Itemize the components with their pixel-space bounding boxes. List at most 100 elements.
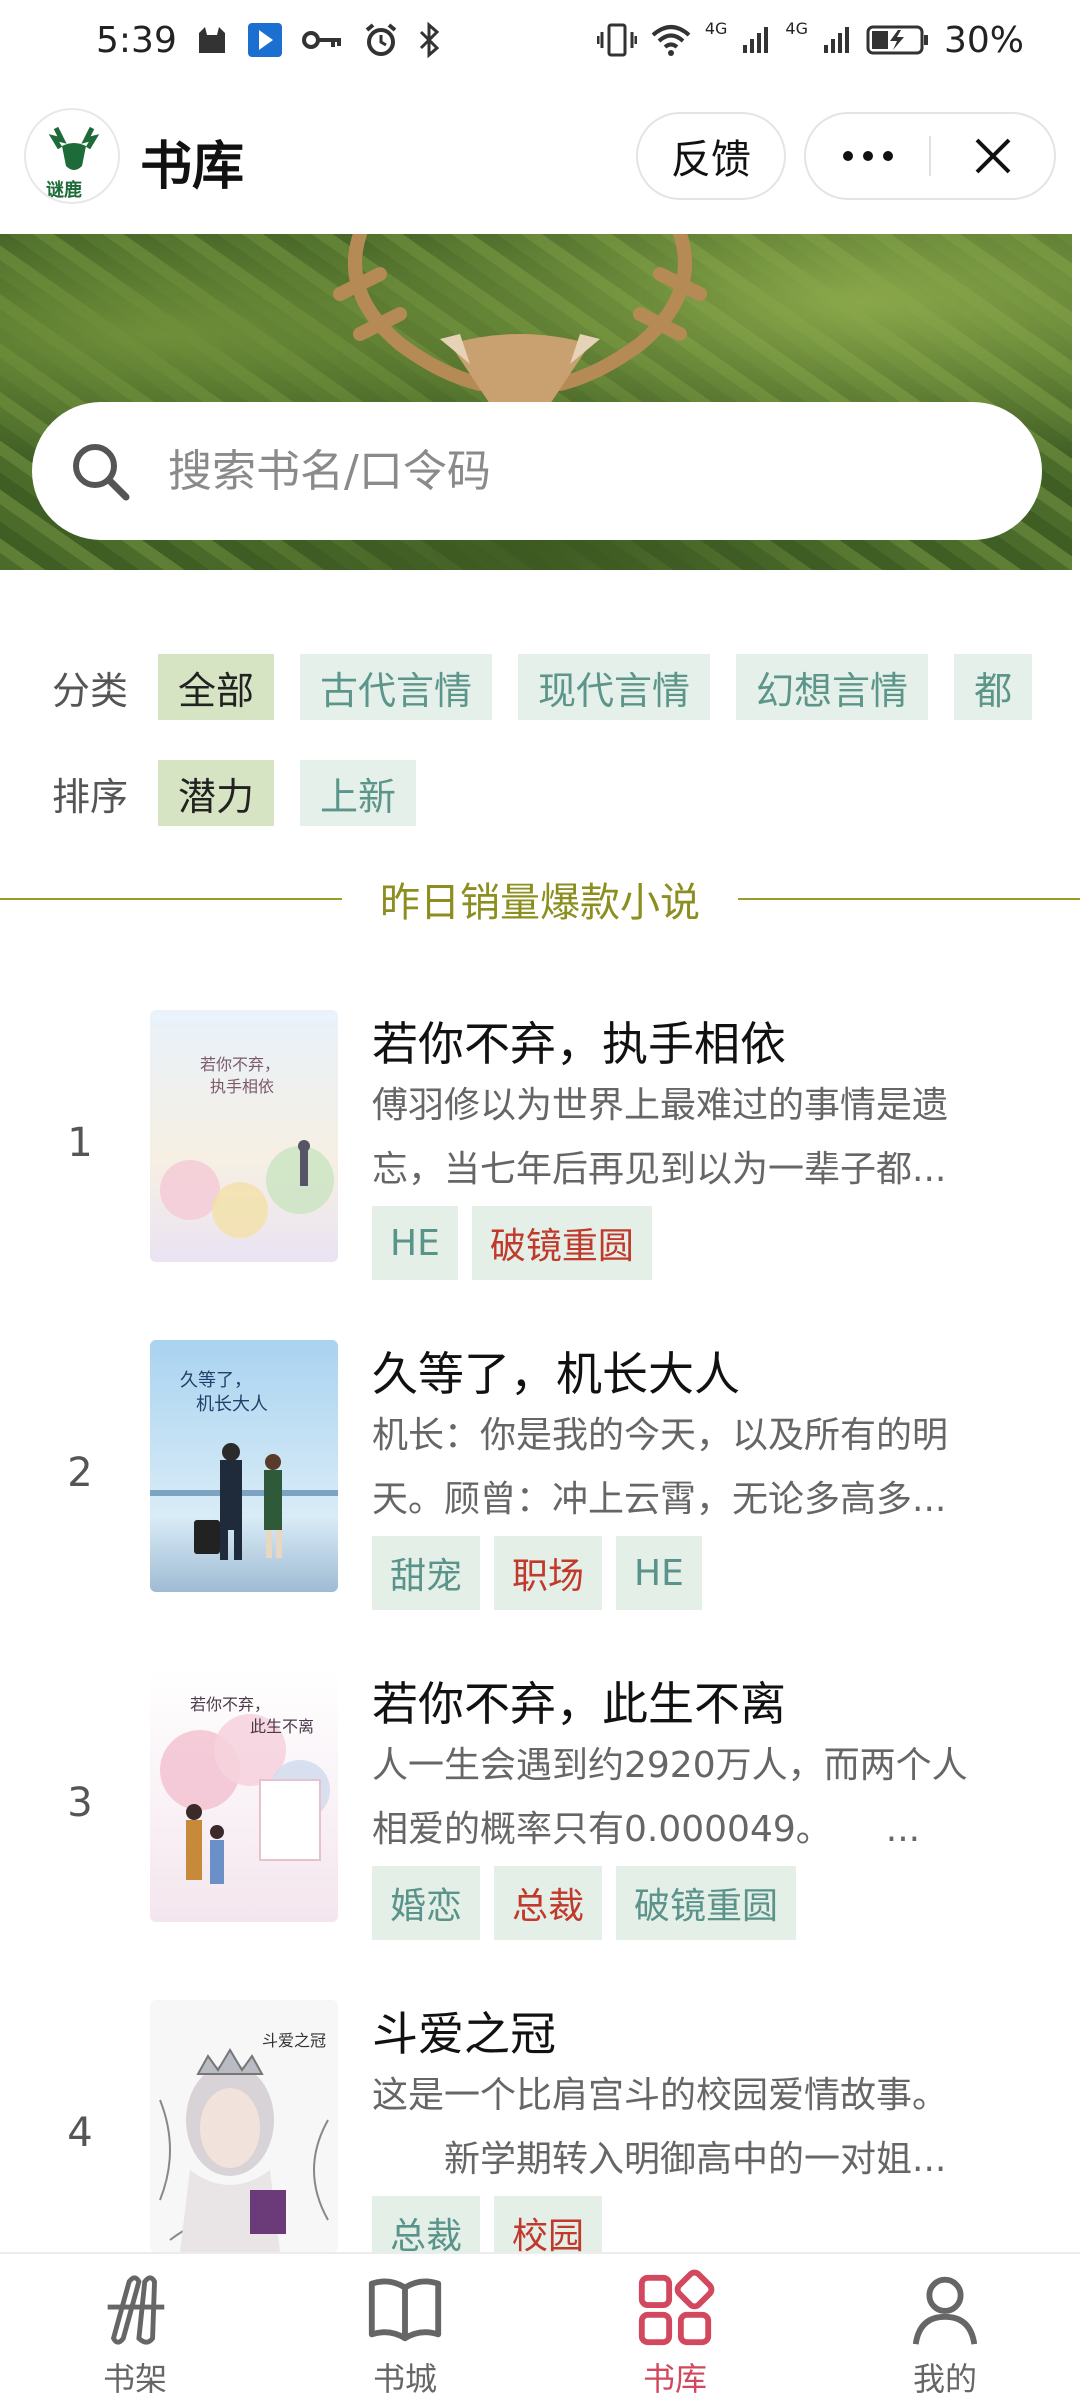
nav-label: 书库 (642, 2360, 707, 2398)
nav-item-bookstore[interactable]: 书城 (270, 2254, 540, 2400)
search-icon (73, 444, 130, 501)
book-title[interactable]: 若你不弃，此生不离 (372, 1668, 786, 1734)
tag-list: 婚恋 总裁 破镜重圆 (372, 1866, 797, 1940)
book-item[interactable]: 1 若你不弃， 执手相依 若你不弃，执手相依 傅羽修以为世界上最难过的事情是遗 … (0, 1008, 1080, 1308)
rank-number: 3 (67, 1780, 93, 1826)
nav-item-profile[interactable]: 我的 (810, 2254, 1080, 2400)
tag-marriage[interactable]: 婚恋 (372, 1866, 481, 1940)
tag-he[interactable]: HE (616, 1536, 702, 1610)
book-cover-art: 斗爱之冠 (150, 2000, 338, 2252)
more-button[interactable] (806, 114, 929, 198)
wifi-icon (651, 25, 691, 56)
bottom-navigation: 书架 书城 书库 我的 (0, 2252, 1080, 2400)
cover-title-text: 若你不弃， (200, 1055, 280, 1074)
section-title: 昨日销量爆款小说 (380, 880, 700, 926)
book-item[interactable]: 2 久等了， 机长大人 久等了，机长大人 机长：你是我的今天，以及所有的明 天。… (0, 1338, 1080, 1638)
category-label: 分类 (52, 668, 129, 713)
cover-title-text-2: 此生不离 (250, 1717, 314, 1736)
tag-list: 甜宠 职场 HE (372, 1536, 702, 1610)
sort-chip-new[interactable]: 上新 (300, 760, 417, 826)
battery-percent: 30% (943, 19, 1024, 61)
desc-line: 人一生会遇到约2920万人，而两个人 (372, 1745, 968, 1786)
vibrate-icon (596, 23, 637, 57)
book-cover[interactable]: 若你不弃， 此生不离 (150, 1670, 338, 1922)
category-chip-urban[interactable]: 都 (954, 654, 1033, 720)
search-bar[interactable] (32, 402, 1042, 540)
cat-app-icon (198, 27, 225, 53)
network-type-1: 4G (704, 18, 728, 38)
more-icon (842, 151, 893, 161)
open-book-icon (368, 2278, 442, 2342)
book-cover[interactable]: 若你不弃， 执手相依 (150, 1010, 338, 1262)
nav-item-bookshelf[interactable]: 书架 (0, 2254, 270, 2400)
category-chip-ancient[interactable]: 古代言情 (300, 654, 493, 720)
tag-list: HE 破镜重圆 (372, 1206, 652, 1280)
tag-reunion[interactable]: 破镜重圆 (616, 1866, 797, 1940)
close-icon (975, 138, 1010, 174)
sort-filter-row: 排序 潜力 上新 (52, 760, 442, 826)
book-cover-art: 若你不弃， 此生不离 (150, 1670, 338, 1922)
book-title[interactable]: 若你不弃，执手相依 (372, 1008, 786, 1074)
cover-title-text: 斗爱之冠 (262, 2031, 326, 2050)
page-title: 书库 (140, 137, 245, 197)
desc-line: 机长：你是我的今天，以及所有的明 (372, 1415, 949, 1456)
divider-line-right (738, 898, 1080, 900)
rank-number: 4 (67, 2110, 93, 2156)
signal-icon-2 (823, 27, 849, 53)
signal-icon-1 (743, 27, 769, 53)
tag-he[interactable]: HE (372, 1206, 458, 1280)
desc-line: 新学期转入明御高中的一对姐... (372, 2139, 947, 2180)
tag-sweet[interactable]: 甜宠 (372, 1536, 481, 1610)
category-chip-fantasy[interactable]: 幻想言情 (736, 654, 929, 720)
feedback-button[interactable]: 反馈 (636, 112, 786, 200)
deer-antlers-illustration (333, 234, 707, 404)
status-bar: 5:39 4G 4G 30% (0, 0, 1080, 80)
book-description: 这是一个比肩宫斗的校园爱情故事。 新学期转入明御高中的一对姐... (372, 2064, 1012, 2192)
book-cover[interactable]: 久等了， 机长大人 (150, 1340, 338, 1592)
sort-chip-potential[interactable]: 潜力 (158, 760, 275, 826)
tag-reunion[interactable]: 破镜重圆 (471, 1206, 652, 1280)
category-chip-all[interactable]: 全部 (158, 654, 275, 720)
book-item[interactable]: 3 若你不弃， 此生不离 若你不弃，此生不离 人一生会遇到约2920万人，而两个… (0, 1668, 1080, 1968)
book-description: 机长：你是我的今天，以及所有的明 天。顾曾：冲上云霄，无论多高多... (372, 1404, 1012, 1532)
app-logo: 谜鹿 (24, 108, 120, 204)
desc-line: 天。顾曾：冲上云霄，无论多高多... (372, 1479, 947, 1520)
cover-title-text: 若你不弃， (190, 1695, 270, 1714)
desc-line: 相爱的概率只有0.000049。 ... (372, 1809, 921, 1850)
logo-lettering: 谜鹿 (46, 179, 82, 201)
desc-line: 傅羽修以为世界上最难过的事情是遗 (372, 1085, 949, 1126)
bookshelf-icon (107, 2275, 165, 2345)
nav-item-library[interactable]: 书库 (540, 2254, 810, 2400)
tag-ceo[interactable]: 总裁 (494, 1866, 603, 1940)
bluetooth-icon (419, 22, 440, 58)
library-grid-icon (638, 2269, 715, 2346)
rank-number: 1 (67, 1120, 93, 1166)
key-icon (301, 31, 341, 49)
book-cover[interactable]: 斗爱之冠 (150, 2000, 338, 2252)
alarm-icon (365, 23, 397, 56)
profile-icon (912, 2276, 978, 2345)
book-cover-art: 久等了， 机长大人 (150, 1340, 338, 1592)
nav-label: 书城 (372, 2360, 437, 2398)
book-title[interactable]: 斗爱之冠 (372, 1998, 556, 2064)
hero-banner (0, 234, 1080, 570)
search-input[interactable] (168, 445, 968, 497)
desc-line: 忘，当七年后再见到以为一辈子都... (372, 1149, 947, 1190)
app-notification-icon (247, 23, 282, 57)
tag-workplace[interactable]: 职场 (494, 1536, 603, 1610)
sort-label: 排序 (52, 774, 129, 819)
book-description: 人一生会遇到约2920万人，而两个人 相爱的概率只有0.000049。 ... (372, 1734, 1012, 1862)
category-chip-modern[interactable]: 现代言情 (518, 654, 711, 720)
book-description: 傅羽修以为世界上最难过的事情是遗 忘，当七年后再见到以为一辈子都... (372, 1074, 1012, 1202)
book-title[interactable]: 久等了，机长大人 (372, 1338, 740, 1404)
rank-number: 2 (67, 1450, 93, 1496)
status-time: 5:39 (96, 19, 177, 61)
close-button[interactable] (931, 114, 1054, 198)
cover-title-text-2: 机长大人 (196, 1394, 268, 1415)
battery-charging-icon (866, 25, 928, 55)
desc-line: 这是一个比肩宫斗的校园爱情故事。 (372, 2075, 949, 2116)
cover-title-text: 久等了， (180, 1370, 252, 1391)
category-filter-row: 分类 全部 古代言情 现代言情 幻想言情 都 (52, 654, 1080, 720)
book-cover-art: 若你不弃， 执手相依 (150, 1010, 338, 1262)
network-type-2: 4G (785, 18, 808, 38)
